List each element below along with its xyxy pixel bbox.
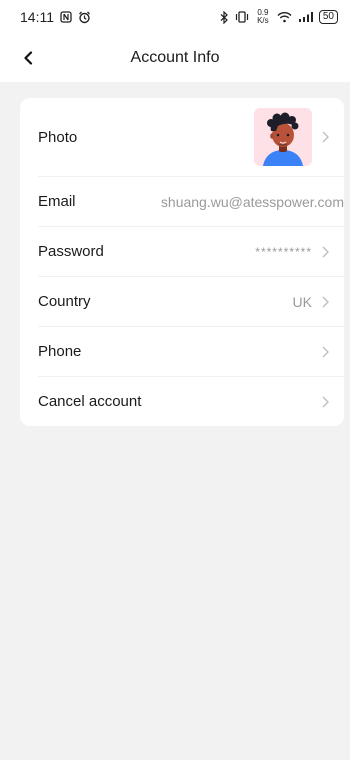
password-right: ********** <box>255 245 332 259</box>
avatar[interactable] <box>254 108 312 166</box>
phone-right <box>318 346 332 358</box>
photo-row[interactable]: Photo <box>38 98 344 177</box>
chevron-right-icon <box>318 246 332 258</box>
status-bar-right: 0.9 K/s 50 <box>220 9 338 25</box>
nav-bar: Account Info <box>0 34 350 82</box>
country-value: UK <box>292 293 312 310</box>
password-row[interactable]: Password ********** <box>38 227 344 277</box>
phone-label: Phone <box>38 343 82 360</box>
email-value: shuang.wu@atesspower.com <box>160 193 344 210</box>
chevron-right-icon <box>318 396 332 408</box>
battery-indicator: 50 <box>318 10 338 24</box>
vibrate-icon <box>235 11 249 23</box>
net-speed: 0.9 K/s <box>257 8 269 25</box>
wifi-icon <box>277 11 292 23</box>
phone-row[interactable]: Phone <box>38 327 344 377</box>
cancel-account-label: Cancel account <box>38 393 142 410</box>
country-right: UK <box>293 294 332 310</box>
chevron-right-icon <box>318 296 332 308</box>
photo-label: Photo <box>38 128 78 146</box>
account-info-card: Photo Email shuang.wu@atesspower.com Pas… <box>20 98 344 426</box>
status-bar-left: 14:11 <box>20 9 91 25</box>
password-value: ********** <box>255 244 312 259</box>
chevron-left-icon <box>24 51 33 65</box>
status-time: 14:11 <box>20 9 54 25</box>
chevron-right-icon <box>318 131 332 143</box>
status-bar: 14:11 0.9 K/s 50 <box>0 0 350 34</box>
country-label: Country <box>38 293 91 310</box>
signal-icon <box>298 11 313 23</box>
photo-right <box>254 108 332 166</box>
page-title: Account Info <box>130 49 220 66</box>
nfc-icon <box>60 11 72 23</box>
cancel-account-right <box>318 396 332 408</box>
chevron-right-icon <box>318 346 332 358</box>
content-area: Photo Email shuang.wu@atesspower.com Pas… <box>0 82 350 426</box>
back-button[interactable] <box>16 46 40 70</box>
email-row: Email shuang.wu@atesspower.com <box>38 177 344 227</box>
bluetooth-icon <box>220 10 229 24</box>
password-label: Password <box>38 243 104 260</box>
avatar-illustration <box>263 112 303 166</box>
country-row[interactable]: Country UK <box>38 277 344 327</box>
email-label: Email <box>38 193 76 210</box>
cancel-account-row[interactable]: Cancel account <box>38 377 344 426</box>
alarm-icon <box>78 11 91 24</box>
